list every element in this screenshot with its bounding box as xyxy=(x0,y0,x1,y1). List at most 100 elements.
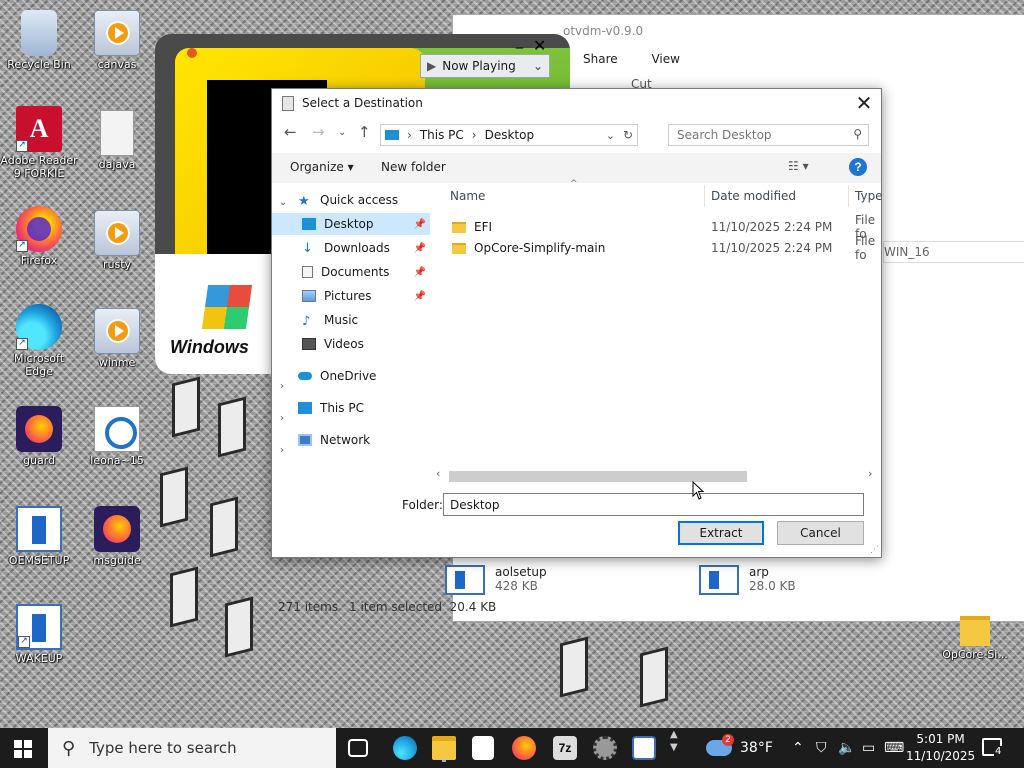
media-close-dot[interactable] xyxy=(187,48,197,58)
weather-temperature[interactable]: 38°F xyxy=(740,740,773,756)
document-icon xyxy=(302,266,313,278)
file-row-efi[interactable]: EFI 11/10/2025 2:24 PM File fo xyxy=(442,213,882,241)
new-folder-button[interactable]: New folder xyxy=(381,160,446,174)
this-pc-icon xyxy=(298,402,312,414)
nav-videos[interactable]: Videos xyxy=(272,333,430,355)
desktop-icon-winme[interactable]: winme xyxy=(78,308,156,369)
extract-button[interactable]: Extract xyxy=(678,521,764,545)
file-item-arp[interactable]: arp 28.0 KB xyxy=(699,565,796,595)
taskbar-scroll-icon[interactable]: ▲ ▼ xyxy=(670,728,678,754)
desktop-icon-wakeup[interactable]: ↗ WAKEUP xyxy=(0,604,78,665)
network-icon[interactable]: ▭ xyxy=(862,740,875,756)
horizontal-scrollbar[interactable]: ‹ › xyxy=(432,467,882,484)
volume-muted-icon[interactable]: 🔈 xyxy=(838,740,855,756)
pictures-icon xyxy=(302,290,316,302)
store-taskbar-icon[interactable] xyxy=(472,736,494,760)
chevron-down-icon: ⌄ xyxy=(532,59,543,73)
desktop-icon-edge[interactable]: ↗ Microsoft Edge xyxy=(0,304,78,378)
taskbar-clock[interactable]: 5:01 PM 11/10/2025 xyxy=(906,731,975,765)
folder-path-input[interactable]: Desktop xyxy=(443,493,864,516)
download-arrow-icon: ↓ xyxy=(302,240,313,256)
nav-quick-access[interactable]: ★ Quick access xyxy=(272,189,430,211)
media-close-icon[interactable]: ✕ xyxy=(533,36,546,55)
desktop-icon-dajava[interactable]: dajava xyxy=(78,110,156,171)
desktop-icon-leona[interactable]: leona~15 xyxy=(78,406,156,467)
file-explorer-taskbar-icon[interactable] xyxy=(432,736,456,760)
column-divider[interactable] xyxy=(848,185,849,207)
chevron-right-icon: › xyxy=(407,128,412,142)
nav-onedrive[interactable]: OneDrive xyxy=(272,365,430,387)
select-destination-dialog[interactable]: Select a Destination ✕ ← → ⌄ ↑ › This PC… xyxy=(271,88,883,558)
column-divider[interactable] xyxy=(704,185,705,207)
media-file-icon xyxy=(94,10,140,56)
nav-pictures[interactable]: Pictures 📌 xyxy=(272,285,430,307)
desktop-icon-msguide[interactable]: msguide xyxy=(78,506,156,567)
nav-documents[interactable]: Documents 📌 xyxy=(272,261,430,283)
desktop-icon-guard[interactable]: guard xyxy=(0,406,78,467)
settings-gear-icon[interactable] xyxy=(593,736,617,760)
breadcrumb-desktop[interactable]: Desktop xyxy=(485,128,535,142)
column-header-date[interactable]: Date modified xyxy=(711,189,796,203)
nav-this-pc[interactable]: This PC xyxy=(272,397,430,419)
start-button[interactable] xyxy=(14,740,32,758)
pin-icon: 📌 xyxy=(413,266,426,278)
back-arrow-icon[interactable]: ← xyxy=(284,123,297,141)
resize-grip-icon[interactable]: ⋰ xyxy=(870,545,879,555)
column-header-name[interactable]: Name xyxy=(450,189,485,203)
dialog-title: Select a Destination xyxy=(302,96,423,110)
recent-locations-chevron-icon[interactable]: ⌄ xyxy=(338,127,346,138)
column-header-type[interactable]: Type xyxy=(855,189,883,203)
scroll-left-arrow-icon[interactable]: ‹ xyxy=(436,467,440,480)
background-search-box[interactable]: WIN_16 xyxy=(883,241,1024,263)
breadcrumb-this-pc[interactable]: This PC xyxy=(420,128,464,142)
help-icon[interactable]: ? xyxy=(849,158,867,176)
taskbar-search-box[interactable]: ⚲ Type here to search xyxy=(48,728,336,768)
play-icon: ▶ xyxy=(427,59,437,73)
task-view-icon[interactable] xyxy=(348,739,368,757)
scroll-right-arrow-icon[interactable]: › xyxy=(868,467,872,480)
dialog-title-bar: Select a Destination xyxy=(272,89,881,117)
up-arrow-icon[interactable]: ↑ xyxy=(358,123,371,141)
nav-downloads[interactable]: ↓ Downloads 📌 xyxy=(272,237,430,259)
ribbon-tab-share[interactable]: Share xyxy=(583,52,618,66)
dialog-close-button[interactable]: ✕ xyxy=(853,93,875,115)
music-note-icon: ♪ xyxy=(302,314,311,329)
7zip-taskbar-icon[interactable]: 7z xyxy=(553,736,577,760)
desktop-icon-adobe-reader[interactable]: ↗ Adobe Reader 9 FORKIE ED... xyxy=(0,106,78,180)
security-shield-icon[interactable]: ⛉ xyxy=(816,740,827,756)
nav-desktop[interactable]: Desktop 📌 xyxy=(272,213,430,235)
firefox-taskbar-icon[interactable] xyxy=(512,736,536,760)
address-bar[interactable]: › This PC › Desktop ⌄ ↻ xyxy=(380,124,638,146)
forward-arrow-icon[interactable]: → xyxy=(312,123,325,141)
search-input[interactable]: Search Desktop ⚲ xyxy=(668,124,869,146)
nav-network[interactable]: Network xyxy=(272,429,430,451)
file-row-opcore-simplify-main[interactable]: OpCore-Simplify-main 11/10/2025 2:24 PM … xyxy=(442,234,882,262)
keyboard-icon[interactable]: ⌨ xyxy=(884,740,904,756)
media-file-icon xyxy=(94,210,140,256)
desktop-icon-oemsetup[interactable]: OEMSETUP xyxy=(0,506,78,567)
chevron-up-icon[interactable]: ⌃ xyxy=(792,740,804,756)
folder-icon xyxy=(452,242,466,254)
desktop-icon-canvas[interactable]: canvas xyxy=(78,10,156,71)
navigation-bar: ← → ⌄ ↑ › This PC › Desktop ⌄ ↻ Search D… xyxy=(272,121,881,147)
edge-taskbar-icon[interactable] xyxy=(393,736,417,760)
wallpaper-tile xyxy=(170,566,198,628)
folder-icon xyxy=(960,616,990,646)
organize-button[interactable]: Organize ▾ xyxy=(290,160,354,174)
setup-taskbar-icon[interactable] xyxy=(632,736,656,760)
wallpaper-tile xyxy=(210,496,238,558)
wallpaper-tile xyxy=(218,396,246,458)
desktop-icon-opcore[interactable]: OpCore-Si... xyxy=(936,616,1014,661)
desktop-icon-firefox[interactable]: ↗ Firefox xyxy=(0,206,78,267)
taskbar: ⚲ Type here to search 7z ▲ ▼ 2 38°F ⌃ ⛉ 🔈… xyxy=(0,728,1024,768)
desktop-icon-rusty[interactable]: rusty xyxy=(78,210,156,271)
desktop-icon-recycle-bin[interactable]: Recycle Bin xyxy=(0,10,78,71)
now-playing-dropdown[interactable]: ▶ Now Playing ⌄ xyxy=(420,54,550,78)
nav-music[interactable]: ♪ Music xyxy=(272,309,430,331)
view-options-icon[interactable]: ☷ ▾ xyxy=(788,159,809,173)
address-dropdown-icon[interactable]: ⌄ xyxy=(606,129,615,142)
file-item-aolsetup[interactable]: aolsetup 428 KB xyxy=(445,565,547,595)
refresh-icon[interactable]: ↻ xyxy=(623,128,633,142)
ribbon-tab-view[interactable]: View xyxy=(651,52,679,66)
cancel-button[interactable]: Cancel xyxy=(777,521,864,545)
